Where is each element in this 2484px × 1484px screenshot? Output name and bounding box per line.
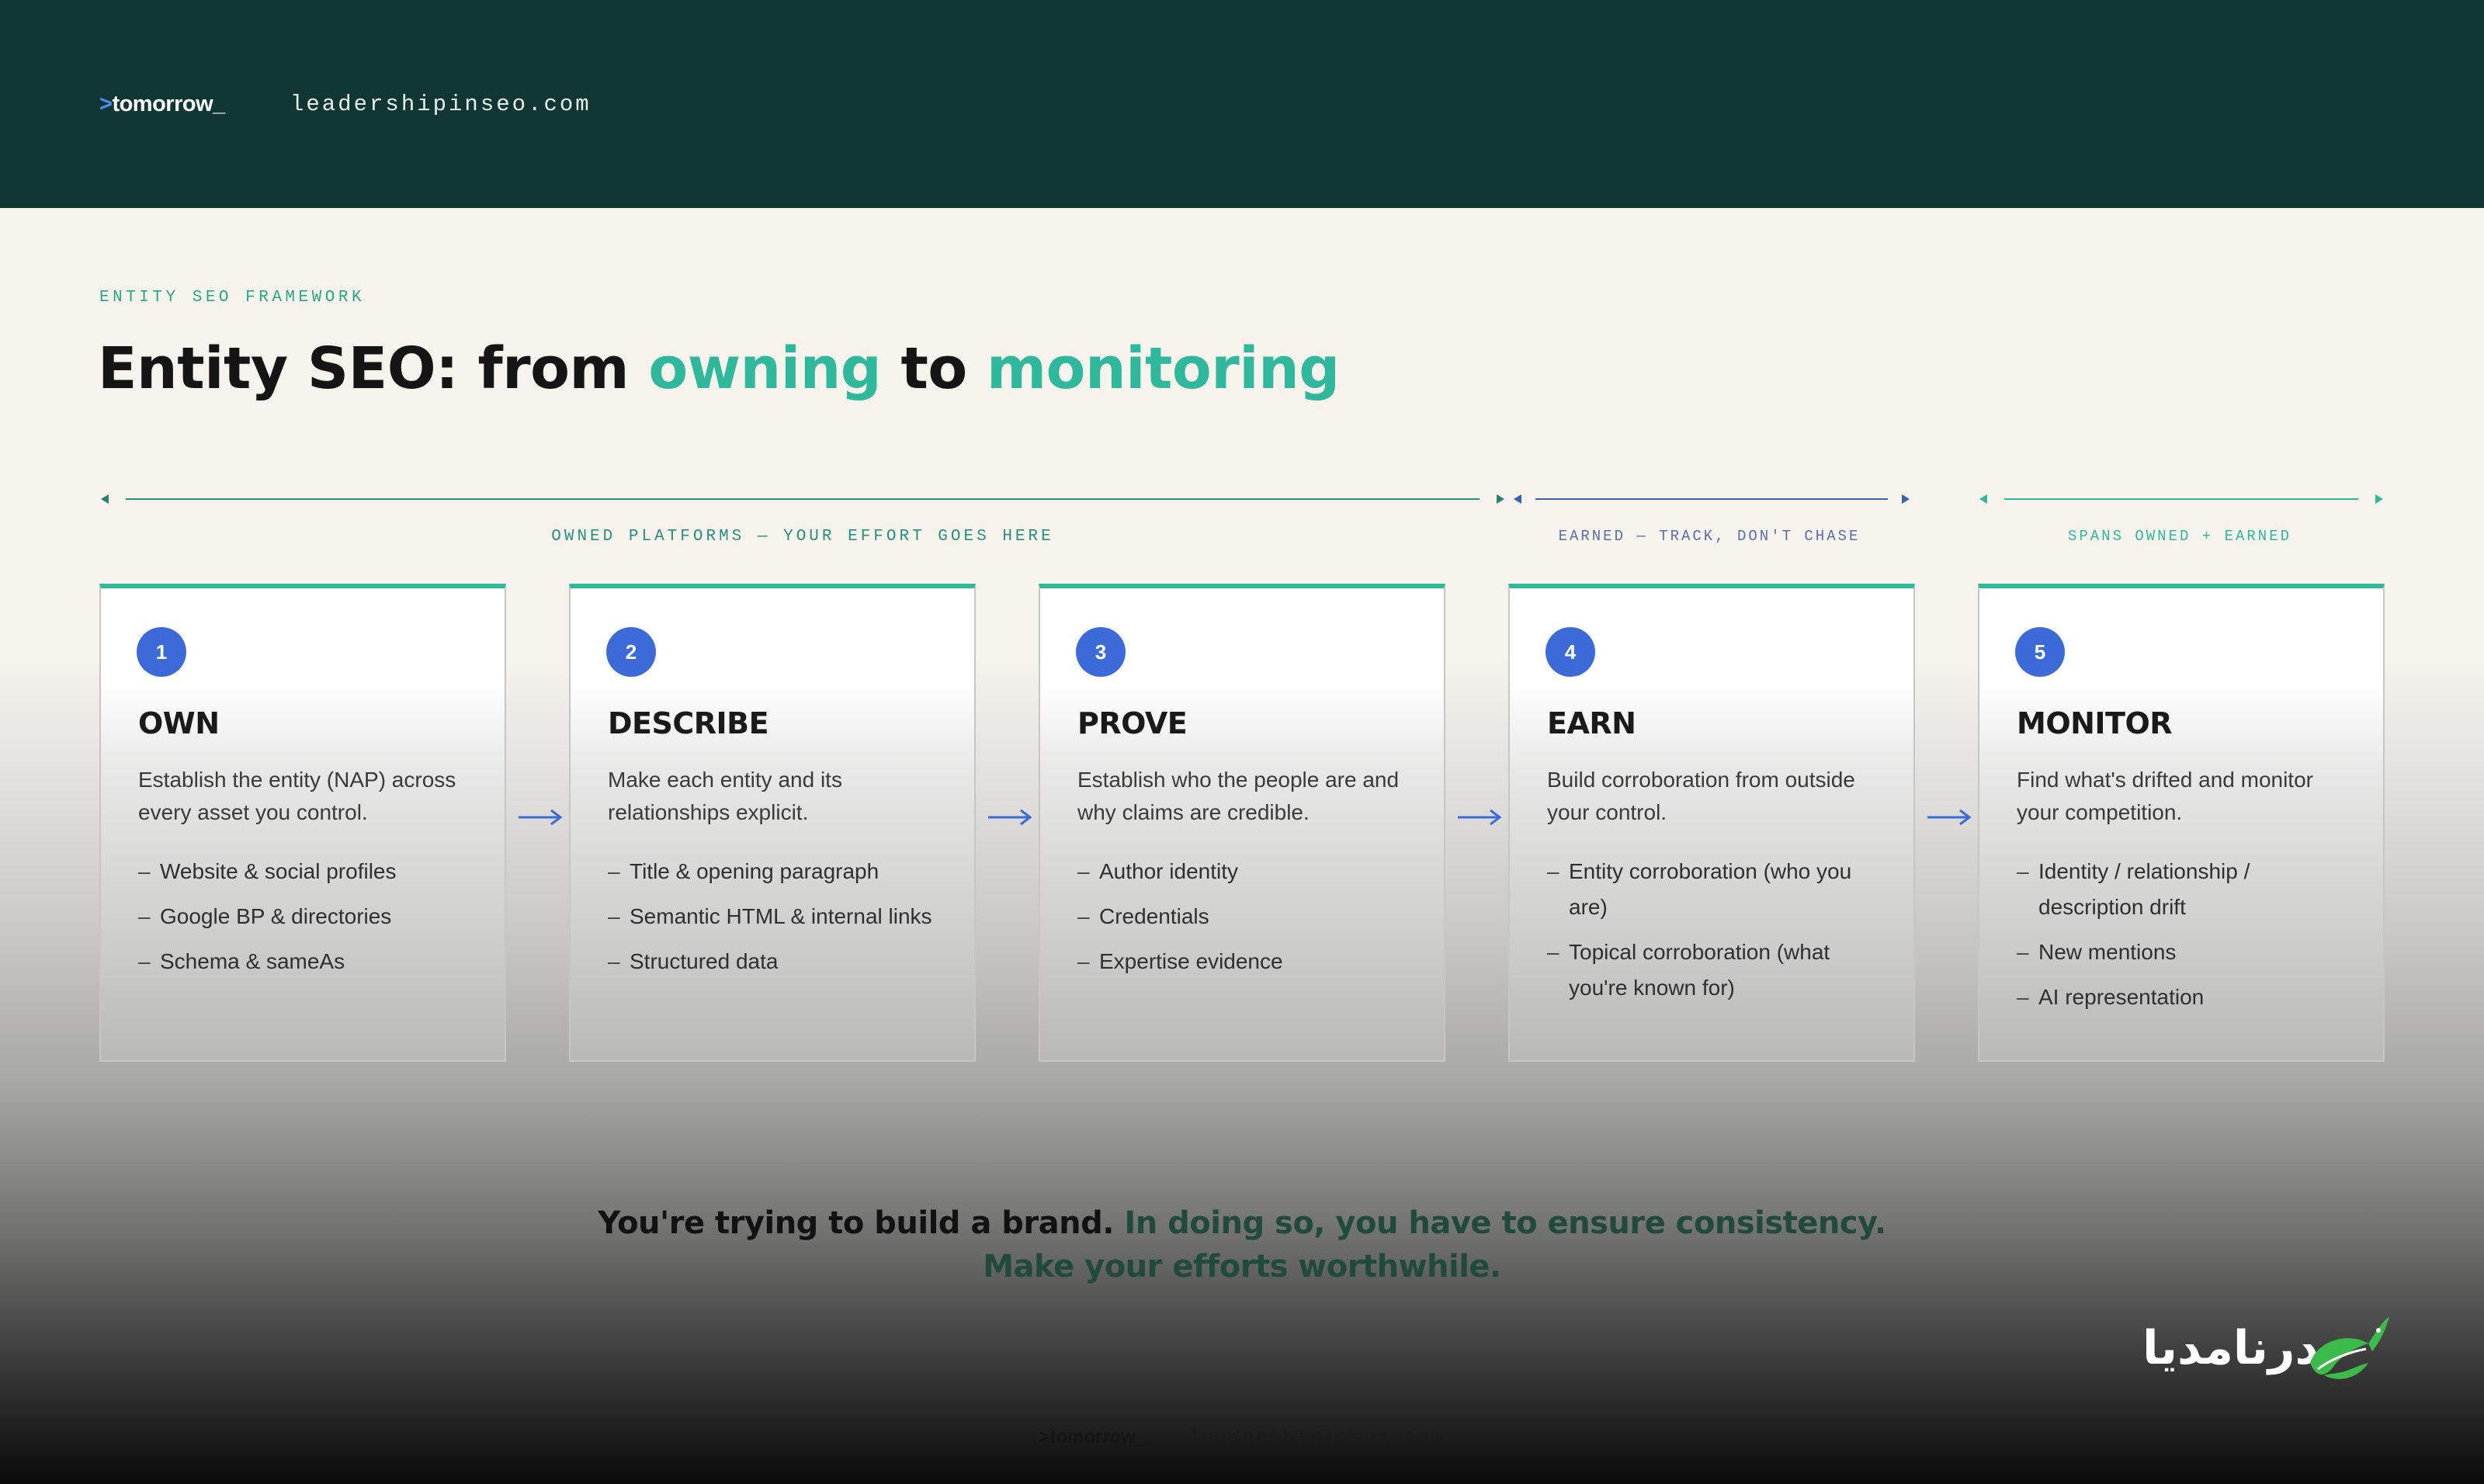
group-label-spans: SPANS OWNED + EARNED	[2067, 528, 2292, 545]
brand-prefix: >	[99, 92, 113, 116]
list-item: Title & opening paragraph	[608, 854, 949, 889]
step-description: Establish the entity (NAP) across every …	[138, 768, 456, 824]
list-item: Website & social profiles	[138, 854, 480, 889]
title-part-1: Entity SEO: from	[98, 335, 649, 402]
list-item: Structured data	[608, 944, 949, 980]
step-title: OWN	[138, 706, 220, 740]
list-item: Schema & sameAs	[138, 944, 480, 980]
quote-rest-line-2: Make your efforts worthwhile.	[983, 1249, 1501, 1285]
spans-bracket	[1979, 487, 2383, 511]
step-title: MONITOR	[2017, 706, 2173, 740]
step-title: EARN	[1547, 706, 1636, 740]
footer-brand[interactable]: >tomorrow_	[1039, 1427, 1146, 1448]
step-number-badge: 4	[1546, 627, 1595, 677]
list-item: Entity corroboration (who you are)	[1547, 854, 1889, 925]
group-label-earned: EARNED — TRACK, DON'T CHASE	[1558, 528, 1861, 545]
step-description: Find what's drifted and monitor your com…	[2017, 768, 2313, 824]
bracket-line	[126, 498, 1480, 500]
title-part-2: to	[881, 335, 987, 402]
list-item: Credentials	[1077, 899, 1419, 934]
bracket-right-arrow-icon	[1497, 494, 1504, 504]
step-number-badge: 5	[2015, 627, 2065, 677]
step-list: Author identity Credentials Expertise ev…	[1077, 854, 1419, 989]
step-card-earn: 4 EARN Build corroboration from outside …	[1508, 584, 1915, 1062]
list-item: AI representation	[2017, 980, 2358, 1015]
earned-bracket	[1514, 487, 1910, 511]
right-arrow-icon	[1927, 809, 1972, 826]
footer: >tomorrow_ leadershipinseo.com	[0, 1427, 2484, 1449]
step-list: Title & opening paragraph Semantic HTML …	[608, 854, 949, 989]
bracket-left-arrow-icon	[1514, 494, 1521, 504]
bracket-line	[1535, 498, 1888, 500]
list-item: Identity / relationship / description dr…	[2017, 854, 2358, 925]
section-eyebrow: ENTITY SEO FRAMEWORK	[99, 289, 366, 307]
logo-wordmark: درنامدیا	[2142, 1321, 2319, 1375]
bracket-line	[2004, 498, 2358, 500]
list-item: Author identity	[1077, 854, 1419, 889]
bracket-right-arrow-icon	[2375, 494, 2383, 504]
step-number-badge: 3	[1076, 627, 1126, 677]
step-title: DESCRIBE	[608, 706, 769, 740]
brand-name: tomorrow_	[112, 92, 225, 116]
right-arrow-icon	[1458, 809, 1502, 826]
quote-lead: You're trying to build a brand.	[598, 1205, 1114, 1241]
top-bar: >tomorrow_ leadershipinseo.com	[0, 0, 2484, 208]
list-item: New mentions	[2017, 934, 2358, 970]
title-accent-monitoring: monitoring	[987, 335, 1340, 402]
page-title: Entity SEO: from owning to monitoring	[98, 335, 1340, 402]
list-item: Google BP & directories	[138, 899, 480, 934]
step-card-prove: 3 PROVE Establish who the people are and…	[1039, 584, 1445, 1062]
bracket-left-arrow-icon	[101, 494, 109, 504]
watermark-logo: درنامدیا	[2142, 1309, 2399, 1396]
bracket-left-arrow-icon	[1979, 494, 1987, 504]
list-item: Semantic HTML & internal links	[608, 899, 949, 934]
right-arrow-icon	[988, 809, 1032, 826]
step-card-describe: 2 DESCRIBE Make each entity and its rela…	[569, 584, 976, 1062]
right-arrow-icon	[519, 809, 563, 826]
brand-logo[interactable]: >tomorrow_	[99, 92, 225, 117]
title-accent-owning: owning	[648, 335, 882, 402]
site-domain[interactable]: leadershipinseo.com	[290, 92, 592, 117]
list-item: Expertise evidence	[1077, 944, 1419, 980]
step-description: Build corroboration from outside your co…	[1547, 768, 1855, 824]
step-card-monitor: 5 MONITOR Find what's drifted and monito…	[1978, 584, 2385, 1062]
quote-rest-line-1: In doing so, you have to ensure consiste…	[1124, 1205, 1886, 1241]
step-description: Establish who the people are and why cla…	[1077, 768, 1400, 824]
closing-quote: You're trying to build a brand. In doing…	[466, 1201, 2018, 1288]
step-list: Website & social profiles Google BP & di…	[138, 854, 480, 989]
step-number-badge: 1	[137, 627, 186, 677]
list-item: Topical corroboration (what you're known…	[1547, 934, 1889, 1006]
owned-bracket	[101, 487, 1504, 511]
group-label-owned: OWNED PLATFORMS — YOUR EFFORT GOES HERE	[551, 528, 1054, 546]
step-title: PROVE	[1077, 706, 1188, 740]
step-description: Make each entity and its relationships e…	[608, 768, 842, 824]
step-card-own: 1 OWN Establish the entity (NAP) across …	[99, 584, 506, 1062]
leaf-bird-icon	[2310, 1316, 2389, 1379]
footer-domain[interactable]: leadershipinseo.com	[1188, 1428, 1445, 1449]
bracket-right-arrow-icon	[1902, 494, 1910, 504]
step-list: Entity corroboration (who you are) Topic…	[1547, 854, 1889, 1015]
step-number-badge: 2	[606, 627, 656, 677]
step-list: Identity / relationship / description dr…	[2017, 854, 2358, 1025]
